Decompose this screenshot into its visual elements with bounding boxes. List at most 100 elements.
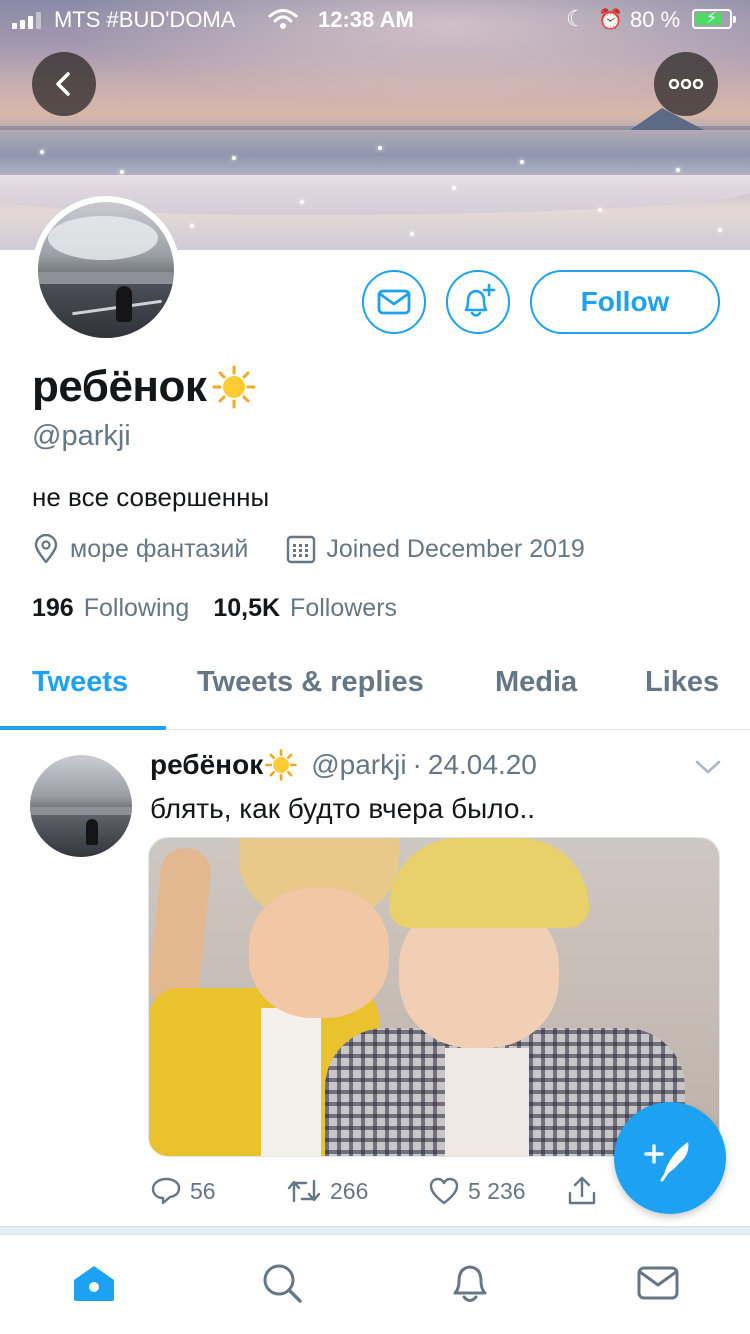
profile-stats: 196 Following 10,5K Followers (32, 594, 397, 623)
avatar-skyline (38, 272, 174, 284)
avatar-person (86, 819, 98, 845)
compose-tweet-icon (644, 1142, 689, 1182)
tweet-text: блять, как будто вчера было.. (150, 793, 536, 824)
compose-tweet-button[interactable] (614, 1102, 726, 1214)
battery-nub (733, 16, 736, 23)
envelope-icon (637, 1266, 679, 1300)
like-count: 5 236 (468, 1177, 526, 1204)
bell-plus-icon (464, 283, 496, 317)
like-button[interactable]: 5 236 (428, 1176, 566, 1206)
tweet-separator: · (412, 749, 422, 780)
carrier-name: MTS #BUD'DOMA (54, 7, 236, 32)
calendar-icon (287, 535, 316, 564)
banner-sparkle (190, 224, 194, 228)
back-button[interactable] (32, 52, 96, 116)
alarm-icon: ⏰ (598, 9, 623, 31)
timeline-divider (0, 1226, 750, 1234)
profile-handle: @parkji (32, 420, 131, 452)
battery-icon: ⚡ (692, 9, 736, 29)
photo-person-left-arm (149, 845, 214, 1011)
retweet-icon (287, 1179, 321, 1203)
tab-likes[interactable]: Likes (645, 666, 719, 699)
bell-icon (453, 1265, 487, 1302)
banner-sparkle (40, 150, 44, 154)
reply-button[interactable]: 56 (150, 1176, 286, 1206)
photo-yellow-hat (389, 838, 589, 928)
nav-home[interactable] (68, 1257, 120, 1309)
banner-sparkle (300, 200, 304, 204)
tab-tweets-replies[interactable]: Tweets & replies (197, 666, 424, 699)
tweet-header: ребёнок @parkji · 24.04.20 (150, 749, 537, 781)
photo-white-shirt (261, 1008, 321, 1156)
tweet-author-handle[interactable]: @parkji (311, 749, 406, 781)
message-button[interactable] (362, 270, 426, 334)
followers-count[interactable]: 10,5K (213, 594, 280, 623)
photo-person-left-face (249, 888, 389, 1018)
profile-location: море фантазий (32, 534, 248, 564)
banner-sparkle (232, 156, 236, 160)
following-label[interactable]: Following (84, 594, 190, 623)
tab-tweets[interactable]: Tweets (32, 666, 128, 699)
banner-sparkle (718, 228, 722, 232)
tweet-photo[interactable] (148, 837, 720, 1157)
banner-sparkle (378, 146, 382, 150)
home-icon (74, 1266, 114, 1301)
status-time: 12:38 AM (318, 7, 414, 32)
following-count[interactable]: 196 (32, 594, 74, 623)
retweet-button[interactable]: 266 (286, 1177, 428, 1205)
tweet-options-button[interactable] (694, 759, 722, 780)
profile-avatar[interactable] (32, 196, 180, 344)
tweet-author-name[interactable]: ребёнок (150, 749, 263, 781)
search-icon (263, 1264, 302, 1303)
notifications-toggle-button[interactable] (446, 270, 510, 334)
nav-search[interactable] (256, 1257, 308, 1309)
banner-sparkle (120, 170, 124, 174)
nav-messages[interactable] (632, 1257, 684, 1309)
profile-join-date: Joined December 2019 (286, 534, 585, 564)
followers-label[interactable]: Followers (290, 594, 397, 623)
follow-button[interactable]: Follow (530, 270, 720, 334)
chevron-down-icon (695, 760, 721, 774)
banner-sparkle (520, 160, 524, 164)
more-horizontal-icon (668, 79, 704, 89)
profile-tabs: Tweets Tweets & replies Media Likes (0, 640, 750, 730)
status-bar: MTS #BUD'DOMA 12:38 AM ☾ ⏰ 80 % ⚡ (0, 0, 750, 40)
banner-sparkle (452, 186, 456, 190)
tweet-date[interactable]: 24.04.20 (428, 749, 537, 781)
display-name-text: ребёнок (32, 362, 207, 411)
profile-bio: не все совершенны (32, 482, 270, 512)
bottom-navigation (0, 1234, 750, 1334)
chevron-left-icon (56, 72, 70, 96)
share-button[interactable] (566, 1175, 606, 1207)
moon-icon: ☾ (566, 6, 586, 31)
banner-sparkle (598, 208, 602, 212)
battery-percent: 80 % (630, 7, 681, 32)
reply-count: 56 (190, 1177, 216, 1204)
banner-sparkle (676, 168, 680, 172)
sun-icon (212, 365, 256, 409)
photo-inner-shirt (445, 1048, 529, 1156)
avatar-cloud (48, 216, 158, 260)
avatar-sea (38, 284, 174, 338)
share-icon (568, 1176, 596, 1205)
location-pin-icon (34, 534, 58, 564)
nav-notifications[interactable] (444, 1257, 496, 1309)
avatar-skyline (30, 807, 132, 815)
tab-media[interactable]: Media (495, 666, 577, 699)
retweet-count: 266 (330, 1177, 369, 1204)
envelope-icon (377, 289, 411, 315)
wifi-icon (268, 8, 298, 36)
active-tab-indicator (0, 726, 166, 730)
join-date-text: Joined December 2019 (326, 534, 585, 563)
sun-icon (265, 749, 298, 781)
banner-sparkle (410, 232, 414, 236)
avatar-person (116, 286, 132, 322)
tweet-actions: 56 266 5 236 (150, 1175, 606, 1207)
tweet-author-avatar[interactable] (30, 755, 132, 857)
reply-icon (151, 1177, 181, 1205)
profile-meta: море фантазий Joined December 2019 (32, 534, 585, 564)
signal-icon (12, 11, 41, 29)
more-options-button[interactable] (654, 52, 718, 116)
profile-display-name: ребёнок (32, 362, 256, 412)
heart-icon (429, 1177, 459, 1205)
